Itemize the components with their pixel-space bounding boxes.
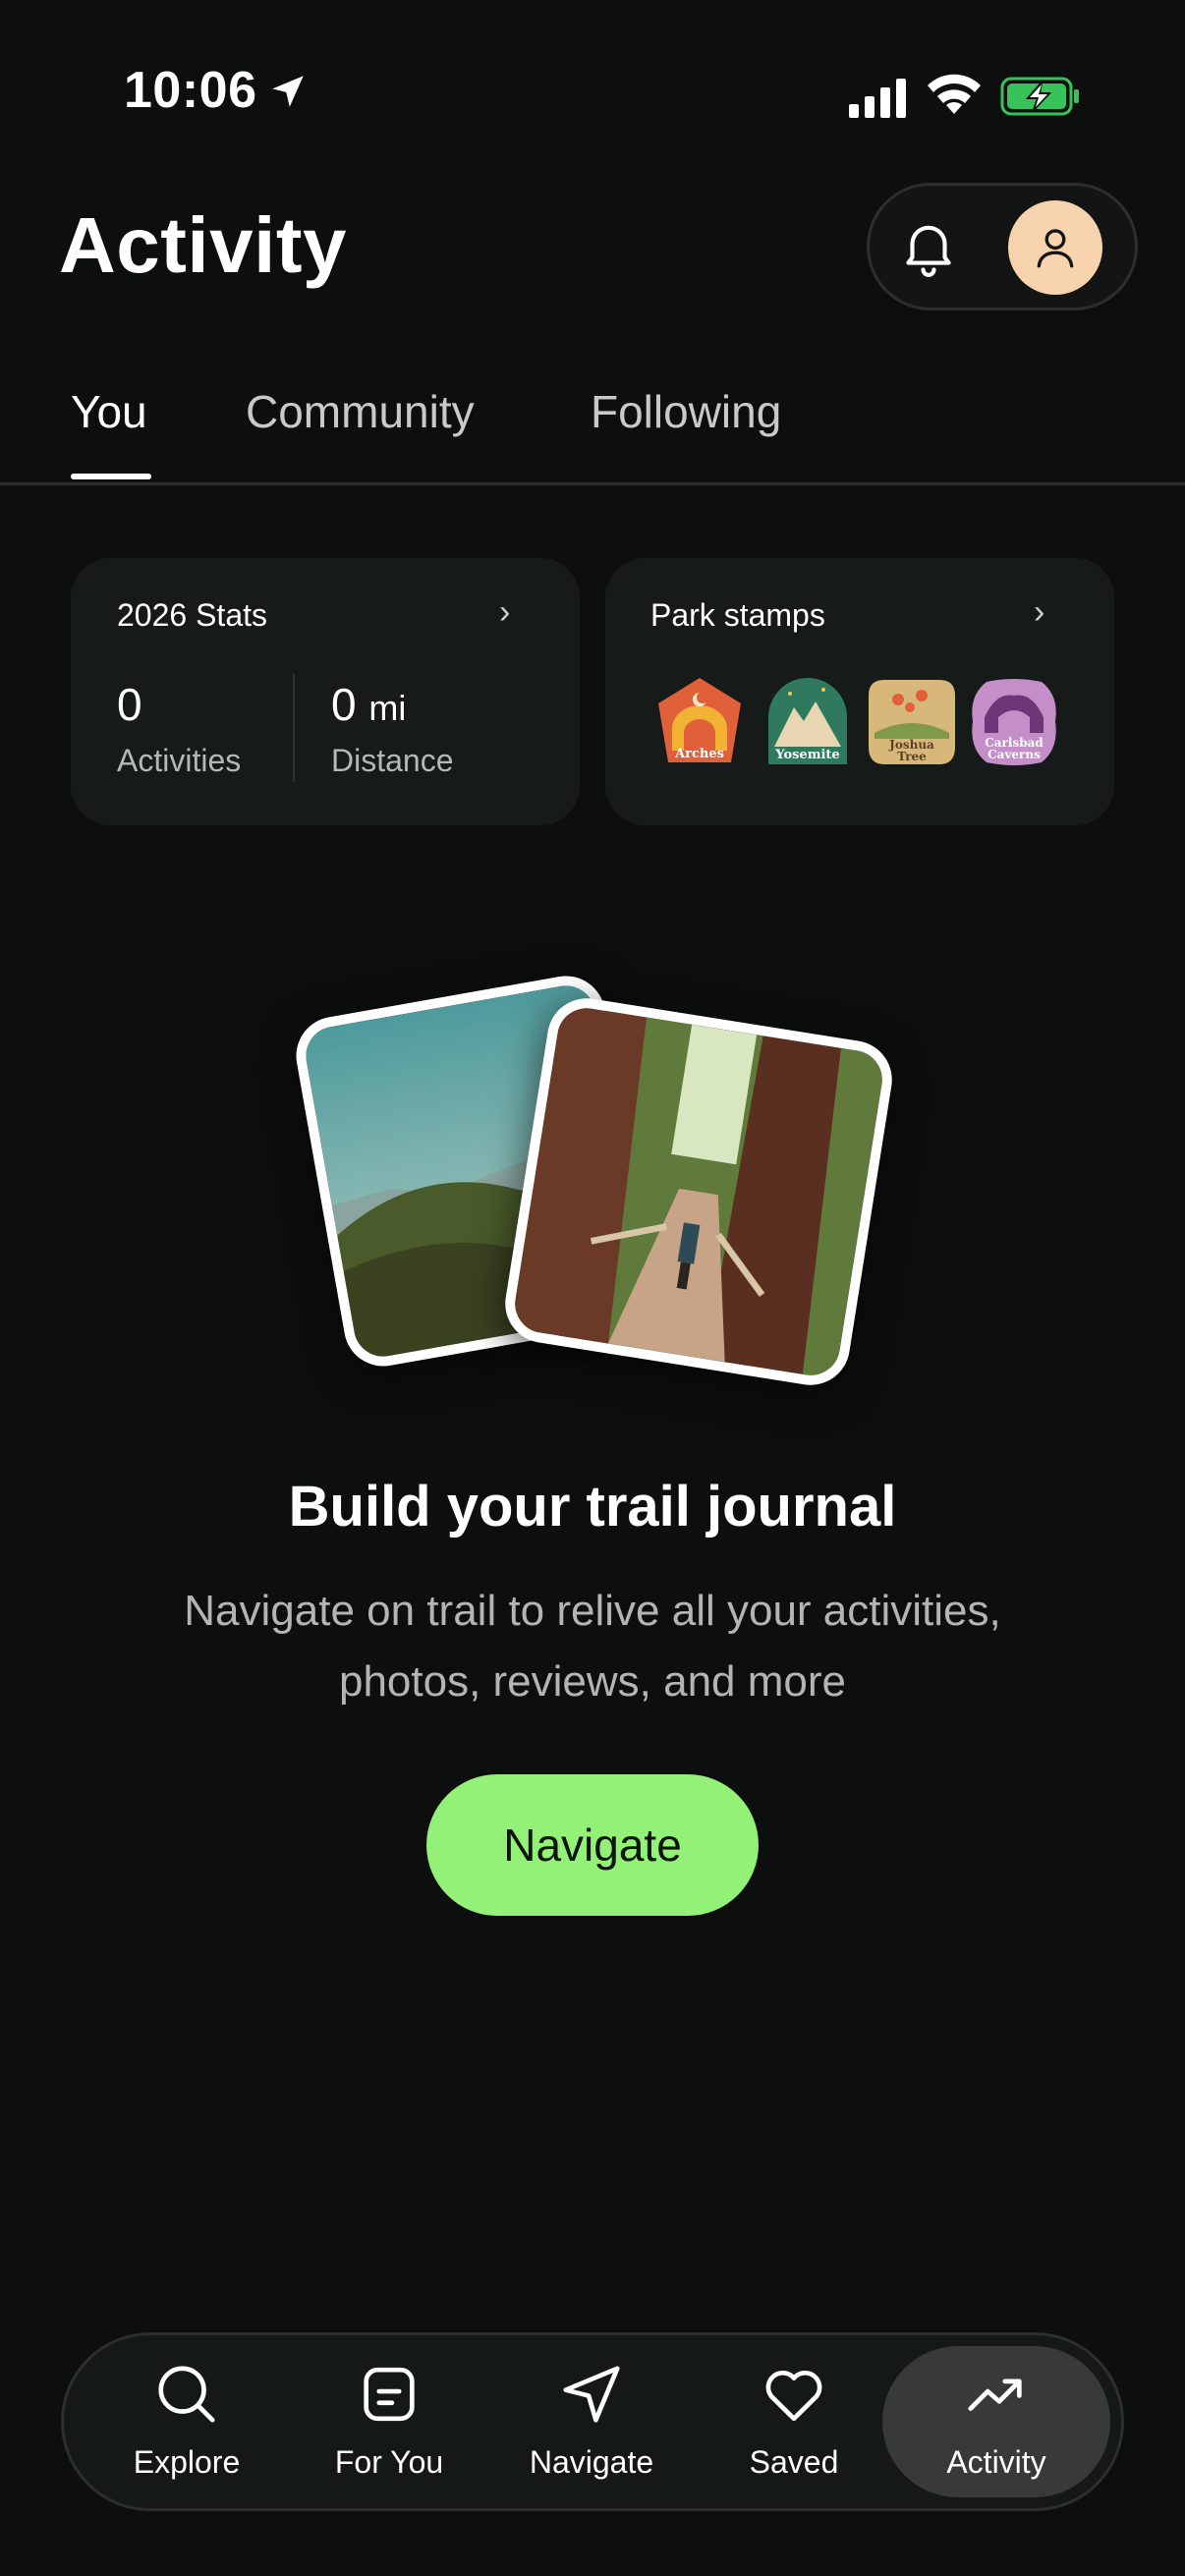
tab-following[interactable]: Following xyxy=(591,385,781,438)
photo-redwood-trail xyxy=(499,992,898,1391)
navigate-button[interactable]: Navigate xyxy=(426,1774,759,1916)
nav-saved[interactable]: Saved xyxy=(705,2350,882,2497)
nav-activity[interactable]: Activity xyxy=(908,2350,1085,2497)
notifications-button[interactable] xyxy=(884,202,973,291)
bell-icon xyxy=(906,225,951,277)
stats-divider xyxy=(293,674,295,782)
battery-charging-icon xyxy=(1000,77,1079,116)
page-title: Activity xyxy=(59,201,347,289)
stats-card-title: 2026 Stats xyxy=(117,597,267,633)
park-stamps-title: Park stamps xyxy=(650,597,825,633)
nav-navigate-label: Navigate xyxy=(529,2444,654,2480)
wifi-icon xyxy=(928,74,981,114)
nav-explore[interactable]: Explore xyxy=(98,2350,275,2497)
svg-text:Caverns: Caverns xyxy=(988,748,1041,761)
chevron-right-icon: › xyxy=(1034,593,1045,631)
search-icon xyxy=(158,2366,215,2423)
activities-value: 0 xyxy=(117,679,142,730)
journal-title: Build your trail journal xyxy=(288,1475,897,1539)
carlsbad-caverns-stamp-icon: Carlsbad Caverns xyxy=(972,679,1056,765)
navigate-arrow-icon xyxy=(563,2366,620,2423)
joshua-tree-stamp-icon: Joshua Tree xyxy=(869,680,955,764)
tab-community[interactable]: Community xyxy=(246,385,475,438)
arches-stamp-icon: Arches xyxy=(658,678,741,762)
journal-subtitle-line-1: Navigate on trail to relive all your act… xyxy=(184,1587,1001,1635)
tab-you[interactable]: You xyxy=(71,385,147,438)
journal-subtitle: Navigate on trail to relive all your act… xyxy=(98,1576,1087,1717)
cell-signal-icon xyxy=(849,79,906,118)
distance-value: 0 xyxy=(331,679,357,730)
status-time: 10:06 xyxy=(124,62,257,119)
distance-unit: mi xyxy=(368,688,407,728)
nav-saved-label: Saved xyxy=(749,2444,839,2480)
avatar-person-icon xyxy=(1037,229,1074,268)
heart-icon xyxy=(765,2370,822,2422)
nav-activity-label: Activity xyxy=(946,2444,1046,2480)
for-you-icon xyxy=(364,2367,415,2422)
nav-explore-label: Explore xyxy=(133,2444,241,2480)
tab-divider xyxy=(0,482,1185,485)
nav-for-you[interactable]: For You xyxy=(301,2350,478,2497)
location-arrow-icon xyxy=(272,76,304,107)
svg-text:Yosemite: Yosemite xyxy=(774,748,839,762)
yosemite-stamp-icon: Yosemite xyxy=(768,678,847,764)
chevron-right-icon: › xyxy=(499,593,511,631)
svg-text:Arches: Arches xyxy=(674,747,724,761)
distance-label: Distance xyxy=(331,743,454,778)
active-tab-indicator xyxy=(71,474,151,479)
journal-subtitle-line-2: photos, reviews, and more xyxy=(338,1657,847,1706)
svg-text:Tree: Tree xyxy=(897,750,927,763)
avatar[interactable] xyxy=(1008,200,1102,295)
distance-value-wrap: 0 mi xyxy=(331,678,406,731)
nav-for-you-label: For You xyxy=(334,2444,444,2480)
nav-navigate[interactable]: Navigate xyxy=(503,2350,680,2497)
trend-icon xyxy=(968,2379,1022,2411)
activities-label: Activities xyxy=(117,743,242,778)
